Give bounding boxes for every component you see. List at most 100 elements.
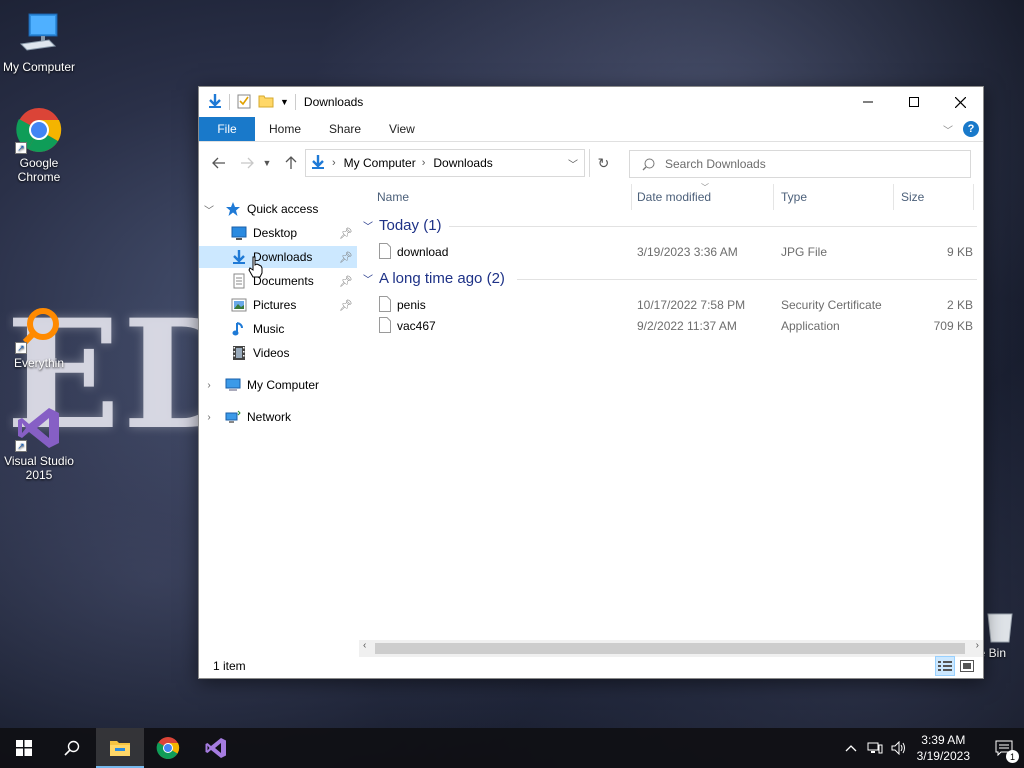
search-input[interactable]: Search Downloads <box>629 150 971 178</box>
clock[interactable]: 3:39 AM 3/19/2023 <box>917 732 970 764</box>
quick-access-toolbar: ▼ <box>199 93 296 112</box>
nav-desktop[interactable]: Desktop 📌︎ <box>199 222 357 244</box>
pin-icon[interactable]: 📌︎ <box>339 227 353 240</box>
recent-locations-icon[interactable]: ▼ <box>259 151 275 175</box>
nav-pictures[interactable]: Pictures 📌︎ <box>199 294 357 316</box>
pin-icon[interactable]: 📌︎ <box>339 275 353 288</box>
window-title: Downloads <box>303 95 364 109</box>
tab-share[interactable]: Share <box>315 117 375 141</box>
table-row[interactable]: penis 10/17/2022 7:58 PM Security Certif… <box>359 295 977 316</box>
search-icon <box>642 158 655 170</box>
action-center-button[interactable]: 1 <box>984 740 1024 763</box>
breadcrumb-chevron-icon[interactable]: › <box>422 157 426 169</box>
column-divider[interactable] <box>773 184 774 210</box>
network-tray-button[interactable] <box>863 741 887 755</box>
details-view-button[interactable] <box>935 656 955 676</box>
group-header-today[interactable]: ﹀ Today (1) <box>363 217 442 234</box>
chrome-taskbar-button[interactable] <box>144 728 192 768</box>
chrome-icon <box>156 737 180 759</box>
up-arrow-icon <box>285 156 297 169</box>
visual-studio-taskbar-button[interactable] <box>192 728 240 768</box>
expand-chevron-icon[interactable]: › <box>203 412 215 423</box>
star-icon <box>225 201 241 217</box>
scroll-left-icon[interactable]: ‹ <box>363 640 366 651</box>
tab-view[interactable]: View <box>375 117 429 141</box>
breadcrumb-chevron-icon[interactable]: › <box>332 157 336 169</box>
forward-button[interactable] <box>235 151 259 175</box>
nav-my-computer[interactable]: › My Computer <box>203 374 357 396</box>
group-divider <box>449 226 977 227</box>
breadcrumb-my-computer[interactable]: My Computer <box>344 156 416 170</box>
volume-tray-button[interactable] <box>887 741 911 755</box>
pin-icon[interactable]: 📌︎ <box>339 251 353 264</box>
file-icon <box>379 317 391 336</box>
minimize-icon <box>863 101 873 103</box>
network-icon <box>225 409 241 425</box>
group-divider <box>517 279 977 280</box>
ribbon-tabs: File Home Share View ﹀ ? <box>199 117 983 142</box>
desktop-icon-google-chrome[interactable]: ↗ Google Chrome <box>0 106 78 184</box>
collapse-chevron-icon[interactable]: ﹀ <box>363 218 373 233</box>
maximize-button[interactable] <box>891 87 937 117</box>
scroll-right-icon[interactable]: › <box>976 640 979 651</box>
column-header-name[interactable]: Name <box>377 184 631 210</box>
nav-quick-access[interactable]: ﹀ Quick access <box>203 198 357 220</box>
show-hidden-icons-button[interactable] <box>839 744 863 752</box>
column-header-size[interactable]: Size <box>901 184 971 210</box>
column-divider[interactable] <box>893 184 894 210</box>
nav-network[interactable]: › Network <box>203 406 357 428</box>
table-row[interactable]: download 3/19/2023 3:36 AM JPG File 9 KB <box>359 242 977 263</box>
nav-documents[interactable]: Documents 📌︎ <box>199 270 357 292</box>
column-header-date[interactable]: Date modified ﹀ <box>637 183 773 210</box>
desktop-icon-my-computer[interactable]: My Computer <box>0 10 78 74</box>
table-row[interactable]: vac467 9/2/2022 11:37 AM Application 709… <box>359 316 977 337</box>
column-divider[interactable] <box>973 184 974 210</box>
expand-chevron-icon[interactable]: ﹀ <box>203 202 215 217</box>
close-button[interactable] <box>937 87 983 117</box>
desktop-icon-visual-studio[interactable]: ↗ Visual Studio 2015 <box>0 404 78 482</box>
file-name: download <box>397 245 449 259</box>
help-icon[interactable]: ? <box>963 121 979 137</box>
title-bar[interactable]: ▼ Downloads <box>199 87 983 117</box>
new-folder-icon[interactable] <box>258 93 274 112</box>
breadcrumb-downloads[interactable]: Downloads <box>433 156 492 170</box>
customize-toolbar-icon[interactable]: ▼ <box>280 97 289 107</box>
documents-folder-icon <box>231 273 247 289</box>
collapse-chevron-icon[interactable]: ﹀ <box>363 271 373 286</box>
refresh-button[interactable]: ↻ <box>589 149 617 177</box>
file-type: Application <box>781 319 840 333</box>
scrollbar-thumb[interactable] <box>375 643 965 654</box>
back-button[interactable] <box>207 151 231 175</box>
address-dropdown-icon[interactable]: ﹀ <box>568 156 578 171</box>
group-header-long-ago[interactable]: ﹀ A long time ago (2) <box>363 270 505 287</box>
desktop-icon-label: Everythin <box>13 356 65 370</box>
column-header-type[interactable]: Type <box>781 184 893 210</box>
file-type: Security Certificate <box>781 298 882 312</box>
tab-home[interactable]: Home <box>255 117 315 141</box>
address-bar[interactable]: › My Computer › Downloads ﹀ <box>305 149 585 177</box>
file-name: penis <box>397 298 426 312</box>
download-arrow-icon <box>207 93 223 112</box>
minimize-button[interactable] <box>845 87 891 117</box>
file-list: Name Date modified ﹀ Type Size ﹀ Today (… <box>359 183 983 634</box>
pictures-folder-icon <box>231 297 247 313</box>
tab-file[interactable]: File <box>199 117 255 141</box>
content-area: ﹀ Quick access Desktop 📌︎ Downloads 📌︎ D… <box>199 183 983 678</box>
pin-icon[interactable]: 📌︎ <box>339 299 353 312</box>
column-divider[interactable] <box>631 184 632 210</box>
start-button[interactable] <box>0 728 48 768</box>
back-arrow-icon <box>212 157 225 169</box>
desktop-icon-everything[interactable]: ↗ Everythin <box>0 306 78 370</box>
large-icons-view-button[interactable] <box>957 656 977 676</box>
expand-chevron-icon[interactable]: › <box>203 380 215 391</box>
nav-music[interactable]: Music <box>199 318 357 340</box>
nav-downloads[interactable]: Downloads 📌︎ <box>199 246 357 268</box>
up-button[interactable] <box>279 151 303 175</box>
expand-ribbon-icon[interactable]: ﹀ <box>943 122 953 137</box>
search-button[interactable] <box>48 728 96 768</box>
nav-videos[interactable]: Videos <box>199 342 357 364</box>
properties-icon[interactable] <box>236 93 252 112</box>
file-explorer-taskbar-button[interactable] <box>96 728 144 768</box>
desktop-icon-label: Google Chrome <box>17 156 61 184</box>
downloads-folder-icon <box>310 154 326 173</box>
